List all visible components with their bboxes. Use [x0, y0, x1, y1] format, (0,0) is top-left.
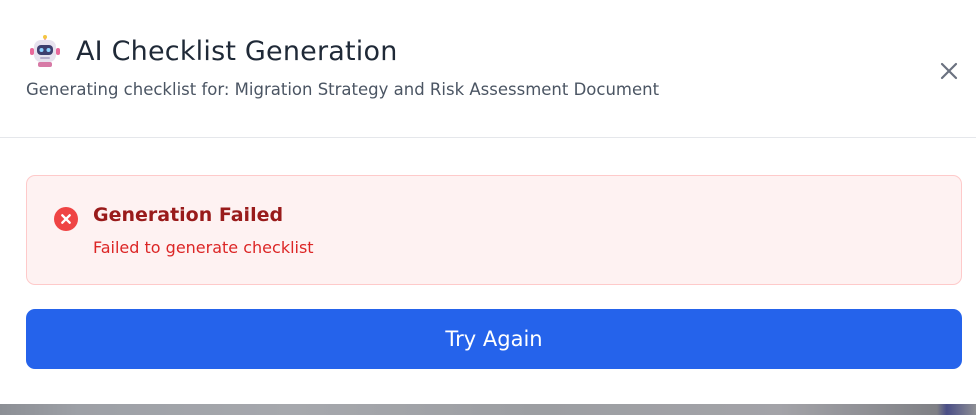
- checklist-dialog: AI Checklist Generation Generating check…: [0, 0, 976, 404]
- error-message: Failed to generate checklist: [93, 238, 314, 257]
- close-button[interactable]: [936, 58, 962, 84]
- close-icon: [940, 62, 958, 80]
- page-backdrop: [0, 404, 976, 415]
- try-again-button[interactable]: Try Again: [26, 309, 962, 369]
- robot-icon: [28, 34, 62, 68]
- dialog-header: AI Checklist Generation Generating check…: [0, 0, 976, 138]
- dialog-subtitle: Generating checklist for: Migration Stra…: [26, 80, 660, 99]
- title-row: AI Checklist Generation: [28, 34, 398, 68]
- dialog-title: AI Checklist Generation: [76, 35, 398, 67]
- error-alert: Generation Failed Failed to generate che…: [26, 175, 962, 285]
- error-title: Generation Failed: [93, 204, 284, 226]
- x-circle-icon: [54, 207, 78, 231]
